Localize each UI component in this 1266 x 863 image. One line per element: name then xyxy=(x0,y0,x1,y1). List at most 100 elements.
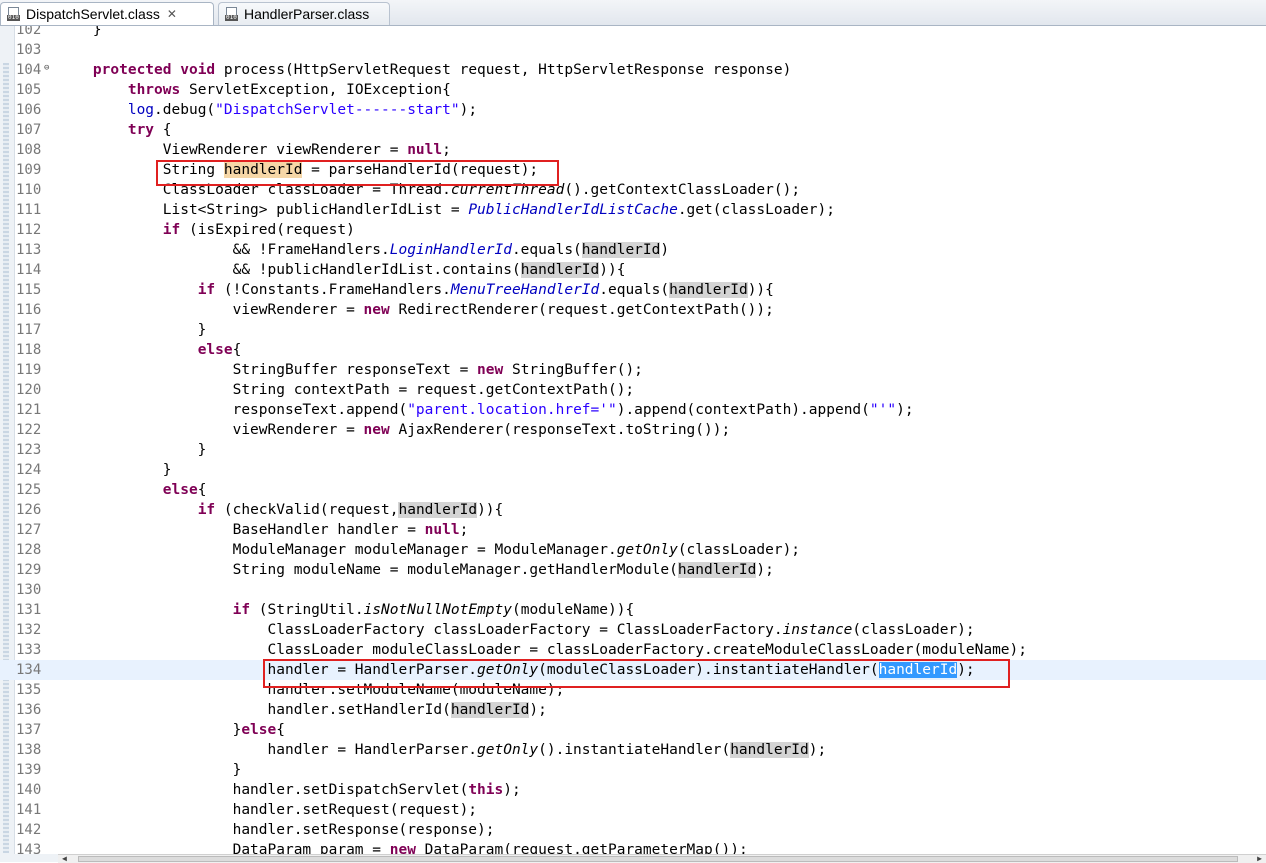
line-number: 141 xyxy=(16,802,42,818)
code-line[interactable]: 123 } xyxy=(0,440,1266,460)
code-token: { xyxy=(197,482,207,498)
code-token: ); xyxy=(459,102,478,118)
line-number: 110 xyxy=(16,182,42,198)
code-token: ; xyxy=(442,142,451,158)
code-line[interactable]: 142 handler.setResponse(response); xyxy=(0,820,1266,840)
code-line[interactable]: 116 viewRenderer = new RedirectRenderer(… xyxy=(0,300,1266,320)
code-line[interactable]: 102 } xyxy=(0,26,1266,40)
code-text: else{ xyxy=(58,340,242,360)
code-line[interactable]: 136 handler.setHandlerId(handlerId); xyxy=(0,700,1266,720)
code-line[interactable]: 128 ModuleManager moduleManager = Module… xyxy=(0,540,1266,560)
code-token: .debug( xyxy=(154,102,216,118)
code-text: DataParam param = new DataParam(request.… xyxy=(58,840,748,854)
class-file-icon: 010 xyxy=(7,6,21,22)
code-line[interactable]: 127 BaseHandler handler = null; xyxy=(0,520,1266,540)
code-line[interactable]: 141 handler.setRequest(request); xyxy=(0,800,1266,820)
code-line[interactable]: 114 && !publicHandlerIdList.contains(han… xyxy=(0,260,1266,280)
code-text: if (checkValid(request,handlerId)){ xyxy=(58,500,503,520)
code-text: handler.setRequest(request); xyxy=(58,800,477,820)
code-token: getOnly xyxy=(616,542,678,558)
code-line[interactable]: 112 if (isExpired(request) xyxy=(0,220,1266,240)
code-line[interactable]: 125 else{ xyxy=(0,480,1266,500)
code-text: if (!Constants.FrameHandlers.MenuTreeHan… xyxy=(58,280,774,300)
scrollbar-thumb[interactable] xyxy=(78,856,1238,862)
line-number: 142 xyxy=(16,822,42,838)
code-line[interactable]: 120 String contextPath = request.getCont… xyxy=(0,380,1266,400)
code-line[interactable]: 126 if (checkValid(request,handlerId)){ xyxy=(0,500,1266,520)
code-line[interactable]: 124 } xyxy=(0,460,1266,480)
code-line[interactable]: 118 else{ xyxy=(0,340,1266,360)
code-token: null xyxy=(407,142,443,158)
code-token: ) xyxy=(660,242,670,258)
code-token: ().instantiateHandler( xyxy=(538,742,731,758)
line-number: 128 xyxy=(16,542,42,558)
line-number: 116 xyxy=(16,302,42,318)
code-line[interactable]: 104 ⊖ protected void process(HttpServletR… xyxy=(0,60,1266,80)
code-token: "'" xyxy=(869,402,897,418)
tab-handlerparser-class[interactable]: 010 HandlerParser.class xyxy=(218,2,390,25)
code-token: ViewRenderer viewRenderer = xyxy=(58,142,408,158)
code-token: .get(classLoader); xyxy=(677,202,835,218)
close-icon[interactable]: ✕ xyxy=(167,7,177,21)
code-token: try xyxy=(127,122,155,138)
code-text: StringBuffer responseText = new StringBu… xyxy=(58,360,643,380)
code-token: responseText.append( xyxy=(58,402,408,418)
code-token: new xyxy=(389,842,416,854)
code-text: viewRenderer = new RedirectRenderer(requ… xyxy=(58,300,774,320)
line-number: 139 xyxy=(16,762,42,778)
code-token: (isExpired(request) xyxy=(180,222,355,238)
code-line[interactable]: 117 } xyxy=(0,320,1266,340)
code-token: else xyxy=(197,342,233,358)
line-number: 121 xyxy=(16,402,42,418)
code-editor[interactable]: 102 } 103 104 ⊖ protected void process(Http… xyxy=(0,26,1266,854)
code-token: new xyxy=(363,302,390,318)
code-token: (classLoader); xyxy=(677,542,801,558)
code-line[interactable]: 122 viewRenderer = new AjaxRenderer(resp… xyxy=(0,420,1266,440)
code-text: if (isExpired(request) xyxy=(58,220,355,240)
code-line[interactable]: 143 DataParam param = new DataParam(requ… xyxy=(0,840,1266,854)
line-number: 136 xyxy=(16,702,42,718)
code-text: handler = HandlerParser.getOnly().instan… xyxy=(58,740,826,760)
code-line[interactable]: 132 ClassLoaderFactory classLoaderFactor… xyxy=(0,620,1266,640)
line-number: 117 xyxy=(16,322,42,338)
code-token: LoginHandlerId xyxy=(389,242,512,258)
code-token: (checkValid(request, xyxy=(215,502,399,518)
code-text: ModuleManager moduleManager = ModuleMana… xyxy=(58,540,800,560)
code-token: { xyxy=(616,262,626,278)
code-line[interactable]: 137 }else{ xyxy=(0,720,1266,740)
code-line[interactable]: 139 } xyxy=(0,760,1266,780)
code-text: ClassLoader moduleClassLoader = classLoa… xyxy=(58,640,1028,660)
code-token: { xyxy=(154,122,172,138)
code-token: new xyxy=(477,362,504,378)
code-line[interactable]: 107 try { xyxy=(0,120,1266,140)
code-line[interactable]: 108 ViewRenderer viewRenderer = null; xyxy=(0,140,1266,160)
code-line[interactable]: 121 responseText.append("parent.location… xyxy=(0,400,1266,420)
code-text: } xyxy=(58,440,207,460)
code-line[interactable]: 131 if (StringUtil.isNotNullNotEmpty(mod… xyxy=(0,600,1266,620)
code-text: String moduleName = moduleManager.getHan… xyxy=(58,560,774,580)
code-line[interactable]: 133 ClassLoader moduleClassLoader = clas… xyxy=(0,640,1266,660)
code-line[interactable]: 138 handler = HandlerParser.getOnly().in… xyxy=(0,740,1266,760)
tab-dispatchservlet-class[interactable]: 010 DispatchServlet.class ✕ xyxy=(0,2,214,25)
code-token: this xyxy=(468,782,504,798)
fold-toggle-icon[interactable]: ⊖ xyxy=(44,64,53,73)
annotation-box-line-134 xyxy=(263,659,1010,688)
code-line[interactable]: 113 && !FrameHandlers.LoginHandlerId.equ… xyxy=(0,240,1266,260)
line-number: 108 xyxy=(16,142,42,158)
code-line[interactable]: 119 StringBuffer responseText = new Stri… xyxy=(0,360,1266,380)
code-token: RedirectRenderer(request.getContextPath(… xyxy=(389,302,774,318)
code-token: List<String> publicHandlerIdList = xyxy=(58,202,469,218)
code-line[interactable]: 140 handler.setDispatchServlet(this); xyxy=(0,780,1266,800)
code-token: { xyxy=(232,342,242,358)
code-token: ); xyxy=(896,402,914,418)
code-line[interactable]: 103 xyxy=(0,40,1266,60)
code-line[interactable]: 106 log.debug("DispatchServlet------star… xyxy=(0,100,1266,120)
code-line[interactable]: 105 throws ServletException, IOException… xyxy=(0,80,1266,100)
line-number: 115 xyxy=(16,282,42,298)
code-line[interactable]: 111 List<String> publicHandlerIdList = P… xyxy=(0,200,1266,220)
code-token: ServletException, IOException{ xyxy=(180,82,451,98)
code-token: getOnly xyxy=(477,742,539,758)
code-line[interactable]: 129 String moduleName = moduleManager.ge… xyxy=(0,560,1266,580)
code-line[interactable]: 115 if (!Constants.FrameHandlers.MenuTre… xyxy=(0,280,1266,300)
code-line[interactable]: 130 xyxy=(0,580,1266,600)
